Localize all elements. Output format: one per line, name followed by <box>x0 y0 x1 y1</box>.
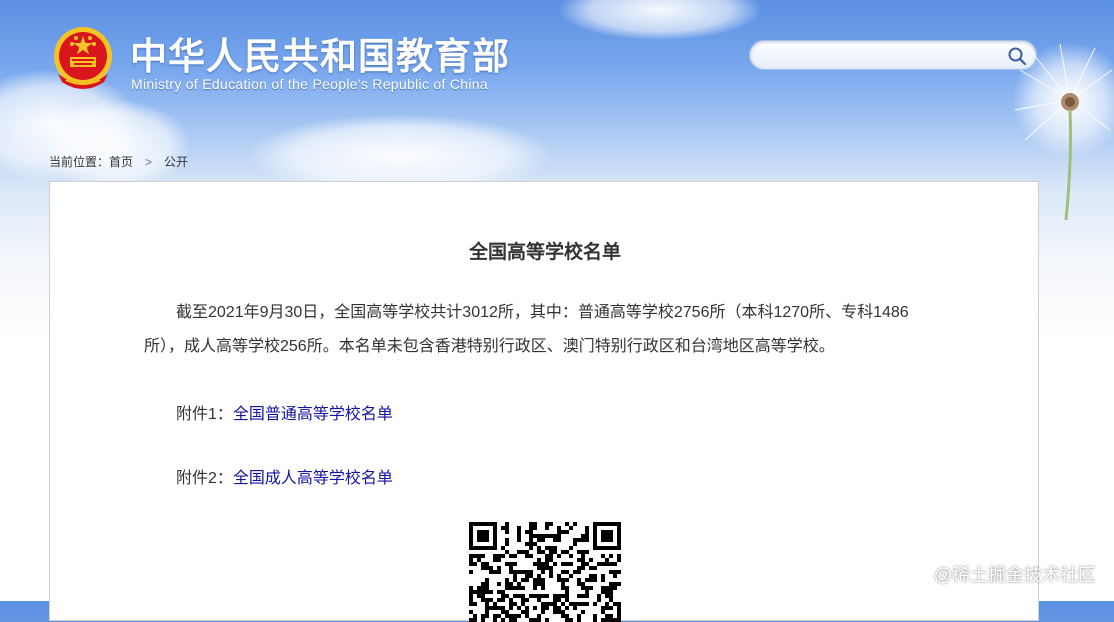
article-paragraph: 截至2021年9月30日，全国高等学校共计3012所，其中：普通高等学校2756… <box>144 304 909 355</box>
article-title: 全国高等学校名单 <box>468 242 621 263</box>
article-container: 全国高等学校名单 截至2021年9月30日，全国高等学校共计3012所，其中：普… <box>49 181 1039 622</box>
attachment-2-label: 附件2： <box>176 470 233 487</box>
attachment-1-label: 附件1： <box>176 406 233 423</box>
attachment-2: 附件2：全国成人高等学校名单 <box>176 464 393 488</box>
search-box[interactable] <box>749 40 1037 70</box>
breadcrumb-link-public[interactable]: 公开 <box>164 155 188 169</box>
site-title-english: Ministry of Education of the People's Re… <box>131 76 488 92</box>
cloud-decoration <box>560 0 760 40</box>
attachment-1-link[interactable]: 全国普通高等学校名单 <box>233 406 393 423</box>
search-input[interactable] <box>762 44 1002 68</box>
breadcrumb: 当前位置：首页 > 公开 <box>49 153 188 170</box>
site-title-chinese: 中华人民共和国教育部 <box>130 34 510 78</box>
cloud-decoration <box>40 100 190 190</box>
attachment-2-link[interactable]: 全国成人高等学校名单 <box>233 470 393 487</box>
watermark: @稀土掘金技术社区 <box>933 565 1096 585</box>
national-emblem-icon <box>54 27 112 89</box>
attachment-1: 附件1：全国普通高等学校名单 <box>176 400 393 424</box>
breadcrumb-link-home[interactable]: 首页 <box>109 155 133 169</box>
breadcrumb-prefix: 当前位置： <box>49 155 110 169</box>
qr-code-icon <box>469 522 621 622</box>
breadcrumb-separator: > <box>145 155 153 169</box>
